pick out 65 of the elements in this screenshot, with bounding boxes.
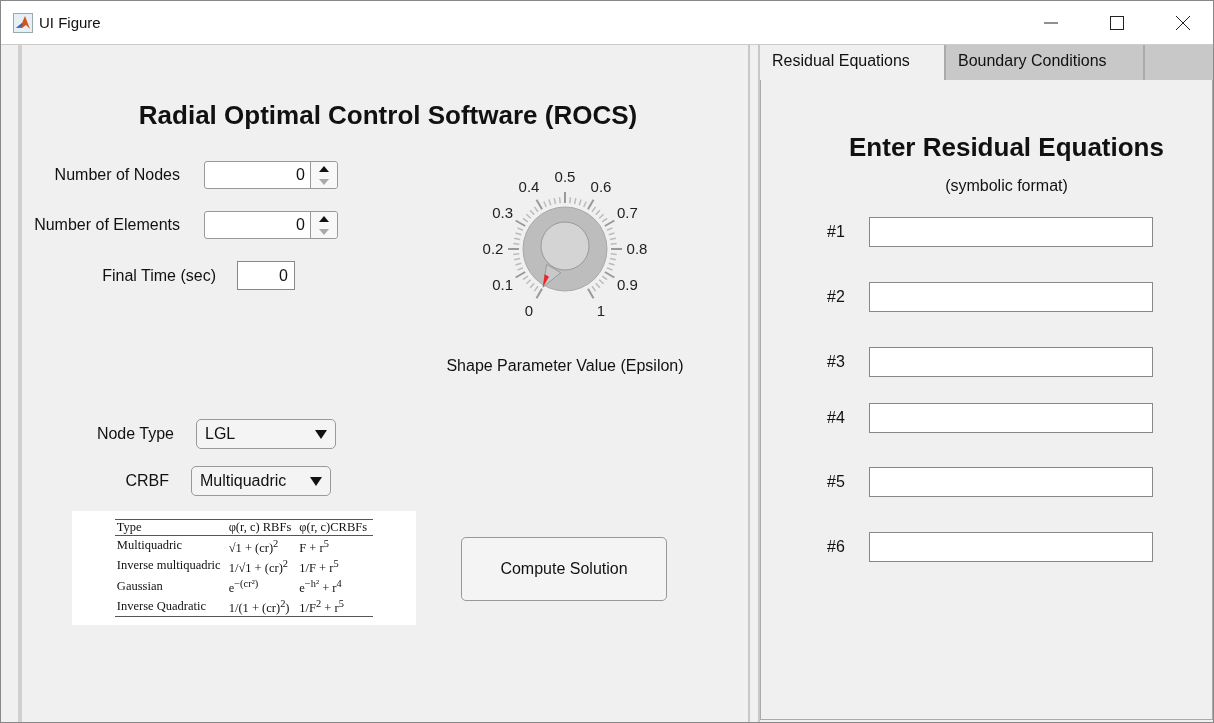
compute-button[interactable]: Compute Solution [461,537,667,601]
tick-label: 0.6 [590,177,612,195]
app-title: Radial Optimal Control Software (ROCS) [137,100,639,131]
app-icon [13,12,33,33]
down-arrow-icon[interactable] [319,178,329,185]
input-field[interactable]: 0 [237,261,295,290]
tick-label: 0.8 [626,240,648,257]
caret-icon [315,429,327,439]
equation-field[interactable] [869,347,1153,377]
tick-label: 1 [596,302,606,319]
tick-label: 0.3 [492,204,514,221]
table-cell: Multiquadric [114,535,227,556]
tick-label: 0.7 [616,204,638,221]
equation-field[interactable] [869,532,1153,562]
field-label: Number of Elements [33,216,180,234]
equation-label: #5 [827,473,846,491]
table-header: φ(r, c)CRBFs [297,519,374,536]
field-label: Number of Nodes [53,166,180,184]
table-cell-text: 1/F + r$^{5}$ [298,556,340,576]
window-title: UI Figure [39,14,101,31]
maximize-icon[interactable] [1109,14,1125,31]
table-header: Type [114,519,227,536]
up-arrow-icon[interactable] [319,165,329,172]
table-cell-text: 1/√1 + (cr)$^{2}$ [227,556,290,576]
tick-label: 0.4 [518,177,540,195]
field-label: Final Time (sec) [101,266,216,285]
section-title: Enter Residual Equations [848,132,1165,163]
dropdown[interactable]: LGL [196,419,336,449]
table-cell: 1/F$^{2}$ + r$^{5}$ [297,596,374,617]
up-arrow-icon[interactable] [319,215,329,222]
table-cell: Inverse Quadratic [114,596,227,617]
tick-label: 0.9 [616,276,638,293]
dropdown-label: CRBF [124,472,169,490]
knob-label: Shape Parameter Value (Epsilon) [446,357,684,375]
table-cell: √1 + (cr)$^{2}$ [226,535,298,556]
dropdown[interactable]: Multiquadric [191,466,331,496]
knob[interactable] [522,206,608,292]
equation-label: #1 [827,223,846,241]
equation-label: #2 [827,288,846,306]
equation-field[interactable] [869,217,1153,247]
equation-field[interactable] [869,282,1153,312]
spinner-field[interactable]: 0 [204,211,338,239]
tick-label: 0.5 [554,168,576,185]
equation-field[interactable] [869,403,1153,433]
table-cell-text: e$^{−h²}$ + r$^{4}$ [298,577,343,597]
close-icon[interactable] [1175,14,1191,31]
spinner-field[interactable]: 0 [204,161,338,189]
equation-label: #4 [827,409,846,427]
tab[interactable]: Residual Equations [760,45,946,80]
table-cell: F + r$^{5}$ [297,535,374,556]
table-cell: 1/(1 + (cr)$^{2}$) [226,596,298,617]
down-arrow-icon[interactable] [319,228,329,235]
tick-label: 0 [524,302,534,319]
tick-label: 0.2 [482,240,504,257]
equation-field[interactable] [869,467,1153,497]
section-subtitle: (symbolic format) [944,177,1069,195]
tick-label: 0.1 [492,276,514,293]
equation-label: #3 [827,353,846,371]
table-header: φ(r, c) RBFs [226,519,298,536]
table-cell-text: Gaussian [115,577,164,595]
table-cell-text: e$^{−(cr²)}$ [227,577,260,597]
table-cell-text: Inverse multiquadric [115,557,222,575]
equation-label: #6 [827,538,846,556]
dropdown-label: Node Type [95,425,174,443]
caret-icon [310,476,322,486]
